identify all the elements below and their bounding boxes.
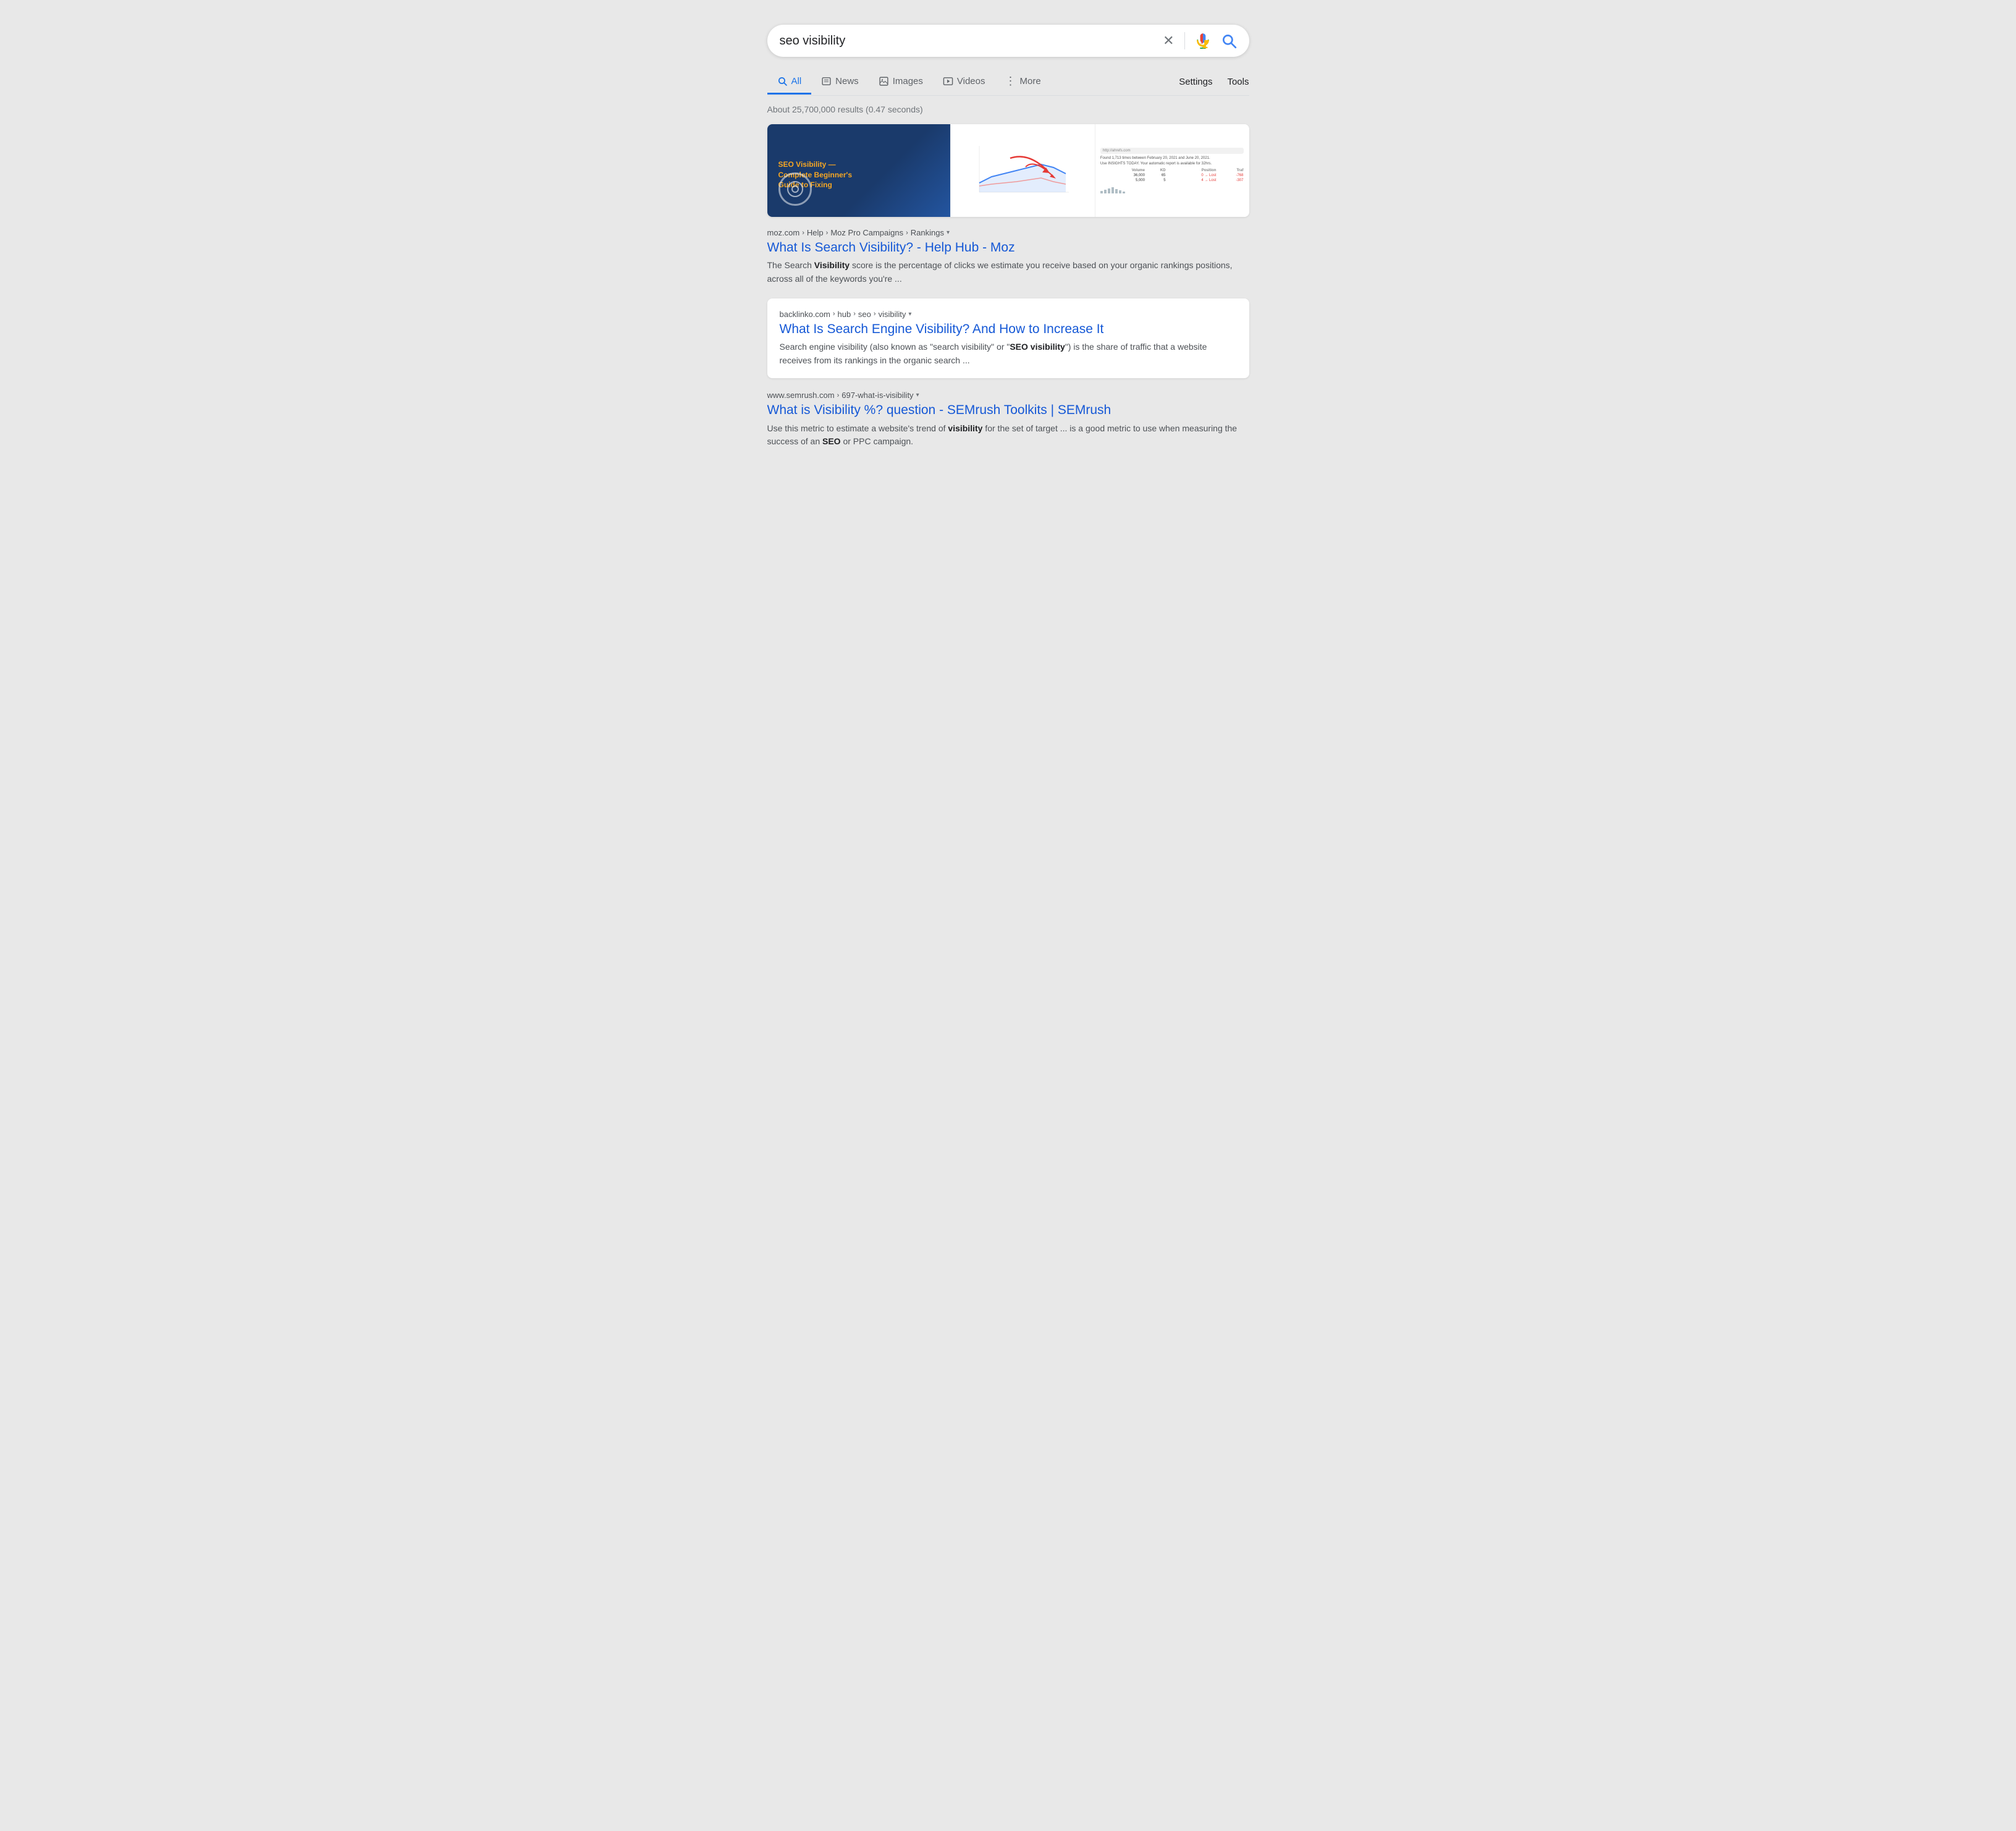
- tab-images[interactable]: Images: [869, 70, 933, 95]
- backlinko-breadcrumb-dropdown[interactable]: ▾: [908, 311, 911, 318]
- settings-button[interactable]: Settings: [1179, 77, 1212, 87]
- featured-img-blue-panel: SEO Visibility — Complete Beginner's Gui…: [767, 124, 950, 217]
- result-backlinko: backlinko.com › hub › seo › visibility ▾…: [767, 298, 1249, 379]
- backlinko-result-snippet: Search engine visibility (also known as …: [780, 340, 1237, 367]
- result-semrush: www.semrush.com › 697-what-is-visibility…: [767, 391, 1249, 449]
- search-bar-icons: ✕: [1163, 32, 1236, 49]
- search-bar: seo visibility ✕: [767, 25, 1249, 57]
- nav-right-items: Settings Tools: [1179, 77, 1249, 87]
- moz-breadcrumb-dropdown[interactable]: ▾: [947, 229, 950, 236]
- moz-breadcrumb: moz.com › Help › Moz Pro Campaigns › Ran…: [767, 228, 1249, 237]
- backlinko-breadcrumb: backlinko.com › hub › seo › visibility ▾: [780, 310, 1237, 319]
- search-input[interactable]: seo visibility: [780, 34, 1163, 48]
- tools-button[interactable]: Tools: [1227, 77, 1249, 87]
- divider: [1184, 32, 1185, 49]
- search-icon[interactable]: [1221, 33, 1237, 49]
- seo-chart-svg: [973, 140, 1072, 201]
- tab-news-label: News: [835, 76, 859, 87]
- tab-videos[interactable]: Videos: [933, 70, 995, 95]
- tab-all-label: All: [791, 76, 802, 87]
- clear-icon[interactable]: ✕: [1163, 33, 1174, 49]
- search-container: seo visibility ✕: [767, 12, 1249, 473]
- tab-more[interactable]: ⋮ More: [995, 69, 1050, 96]
- images-icon: [879, 76, 889, 87]
- gear-icon: [787, 180, 804, 198]
- tab-all[interactable]: All: [767, 70, 812, 95]
- featured-img-table-panel: http://ahrefs.com Found 1,713 times betw…: [1095, 124, 1249, 217]
- more-dots-icon: ⋮: [1005, 75, 1016, 88]
- moz-result-title[interactable]: What Is Search Visibility? - Help Hub - …: [767, 239, 1249, 256]
- semrush-breadcrumb-dropdown[interactable]: ▾: [916, 392, 919, 399]
- nav-tabs: All News Images Videos: [767, 68, 1249, 96]
- moz-result-snippet: The Search Visibility score is the perce…: [767, 259, 1249, 285]
- results-count: About 25,700,000 results (0.47 seconds): [767, 104, 1249, 114]
- tab-more-label: More: [1019, 76, 1040, 87]
- semrush-result-snippet: Use this metric to estimate a website's …: [767, 422, 1249, 449]
- backlinko-result-title[interactable]: What Is Search Engine Visibility? And Ho…: [780, 321, 1237, 337]
- featured-image-card: SEO Visibility — Complete Beginner's Gui…: [767, 124, 1249, 217]
- news-icon: [821, 76, 832, 87]
- featured-image-row: SEO Visibility — Complete Beginner's Gui…: [767, 124, 1249, 217]
- tab-videos-label: Videos: [957, 76, 985, 87]
- tab-news[interactable]: News: [811, 70, 869, 95]
- semrush-breadcrumb: www.semrush.com › 697-what-is-visibility…: [767, 391, 1249, 400]
- semrush-result-title[interactable]: What is Visibility %? question - SEMrush…: [767, 402, 1249, 418]
- featured-img-chart-panel: [950, 124, 1095, 217]
- search-tab-icon: [777, 76, 788, 87]
- microphone-icon[interactable]: [1195, 33, 1211, 49]
- result-moz: moz.com › Help › Moz Pro Campaigns › Ran…: [767, 228, 1249, 286]
- featured-title-line1: SEO Visibility —: [778, 159, 853, 170]
- tab-images-label: Images: [893, 76, 923, 87]
- videos-icon: [943, 76, 953, 87]
- featured-img-icon: [778, 172, 812, 206]
